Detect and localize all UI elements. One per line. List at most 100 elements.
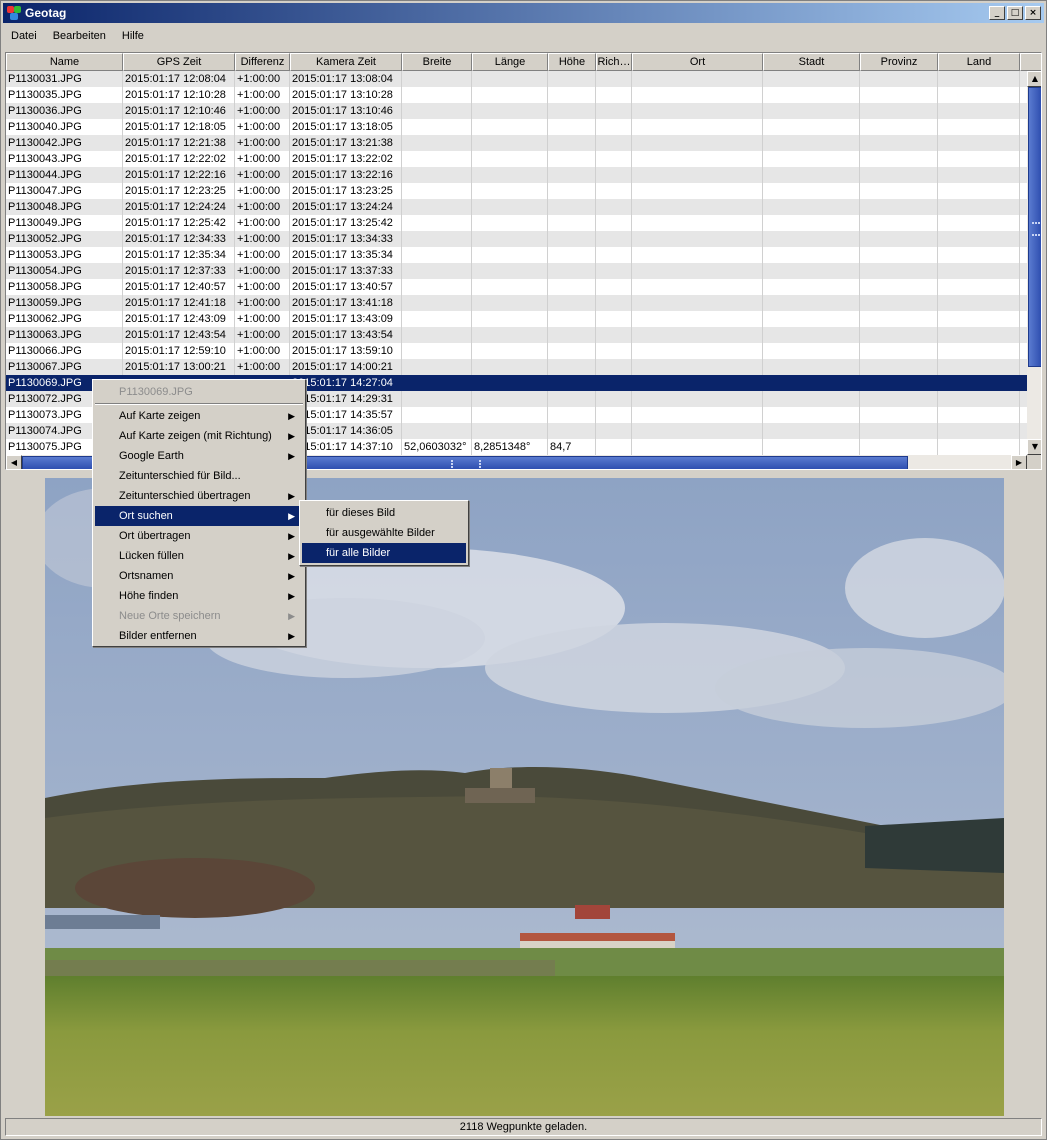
scroll-right-button[interactable]: ▶	[1011, 455, 1027, 469]
table-cell	[548, 183, 596, 199]
submenu-item[interactable]: für ausgewählte Bilder	[302, 523, 466, 543]
submenu-item[interactable]: für alle Bilder	[302, 543, 466, 563]
table-cell: 2015:01:17 12:22:02	[123, 151, 235, 167]
column-header[interactable]: GPS Zeit	[123, 53, 235, 71]
vertical-scrollbar[interactable]: ▲ ▼	[1027, 71, 1041, 455]
table-cell	[763, 407, 860, 423]
context-menu-item[interactable]: Zeitunterschied für Bild...	[95, 466, 303, 486]
table-cell	[596, 423, 632, 439]
table-cell: 84,7	[548, 439, 596, 455]
context-menu-item[interactable]: Zeitunterschied übertragen ▶	[95, 486, 303, 506]
table-cell	[548, 103, 596, 119]
table-cell: 2015:01:17 12:34:33	[123, 231, 235, 247]
column-header[interactable]: Stadt	[763, 53, 860, 71]
column-header[interactable]: Ort	[632, 53, 763, 71]
table-cell	[472, 343, 548, 359]
table-cell	[938, 167, 1020, 183]
column-header[interactable]: Land	[938, 53, 1020, 71]
table-row[interactable]: P1130052.JPG 2015:01:17 12:34:33 +1:00:00 2…	[6, 231, 1027, 247]
table-cell: P1130063.JPG	[6, 327, 123, 343]
table-row[interactable]: P1130067.JPG 2015:01:17 13:00:21 +1:00:00 2…	[6, 359, 1027, 375]
table-row[interactable]: P1130058.JPG 2015:01:17 12:40:57 +1:00:00 2…	[6, 279, 1027, 295]
geotag-app-icon	[6, 5, 22, 21]
column-header[interactable]: Breite	[402, 53, 472, 71]
table-cell	[402, 327, 472, 343]
close-button[interactable]: ×	[1025, 6, 1041, 20]
table-cell	[548, 327, 596, 343]
table-cell	[938, 231, 1020, 247]
context-menu-item[interactable]: Ort suchen ▶	[95, 506, 303, 526]
table-row[interactable]: P1130035.JPG 2015:01:17 12:10:28 +1:00:00 2…	[6, 87, 1027, 103]
context-menu-item[interactable]: Lücken füllen ▶	[95, 546, 303, 566]
table-row[interactable]: P1130066.JPG 2015:01:17 12:59:10 +1:00:00 2…	[6, 343, 1027, 359]
table-row[interactable]: P1130053.JPG 2015:01:17 12:35:34 +1:00:00 2…	[6, 247, 1027, 263]
column-header[interactable]: Länge	[472, 53, 548, 71]
table-row[interactable]: P1130036.JPG 2015:01:17 12:10:46 +1:00:00 2…	[6, 103, 1027, 119]
table-cell	[548, 407, 596, 423]
table-cell: 2015:01:17 12:59:10	[123, 343, 235, 359]
table-cell	[472, 295, 548, 311]
menu-datei[interactable]: Datei	[3, 30, 45, 42]
table-cell	[548, 311, 596, 327]
context-menu-item[interactable]: Höhe finden ▶	[95, 586, 303, 606]
table-cell	[763, 119, 860, 135]
table-cell	[548, 151, 596, 167]
table-row[interactable]: P1130042.JPG 2015:01:17 12:21:38 +1:00:00 2…	[6, 135, 1027, 151]
context-menu-item[interactable]: Auf Karte zeigen (mit Richtung) ▶	[95, 426, 303, 446]
table-row[interactable]: P1130049.JPG 2015:01:17 12:25:42 +1:00:00 2…	[6, 215, 1027, 231]
table-row[interactable]: P1130044.JPG 2015:01:17 12:22:16 +1:00:00 2…	[6, 167, 1027, 183]
column-header[interactable]: Provinz	[860, 53, 938, 71]
vertical-scroll-thumb[interactable]	[1028, 87, 1041, 367]
table-cell	[632, 279, 763, 295]
table-row[interactable]: P1130059.JPG 2015:01:17 12:41:18 +1:00:00 2…	[6, 295, 1027, 311]
table-row[interactable]: P1130031.JPG 2015:01:17 12:08:04 +1:00:00 2…	[6, 71, 1027, 87]
table-row[interactable]: P1130040.JPG 2015:01:17 12:18:05 +1:00:00 2…	[6, 119, 1027, 135]
table-row[interactable]: P1130048.JPG 2015:01:17 12:24:24 +1:00:00 2…	[6, 199, 1027, 215]
table-cell	[402, 247, 472, 263]
column-header[interactable]: Rich…	[596, 53, 632, 71]
column-header[interactable]: Differenz	[235, 53, 290, 71]
menu-hilfe[interactable]: Hilfe	[114, 30, 152, 42]
menu-bearbeiten[interactable]: Bearbeiten	[45, 30, 114, 42]
table-cell	[472, 327, 548, 343]
table-cell	[402, 119, 472, 135]
table-cell	[402, 407, 472, 423]
menu-item-label: Ortsnamen	[119, 570, 174, 582]
column-header[interactable]: Höhe	[548, 53, 596, 71]
table-row[interactable]: P1130063.JPG 2015:01:17 12:43:54 +1:00:00 2…	[6, 327, 1027, 343]
table-cell	[596, 311, 632, 327]
maximize-button[interactable]: □	[1007, 6, 1023, 20]
context-menu-item[interactable]: Google Earth ▶	[95, 446, 303, 466]
table-row[interactable]: P1130054.JPG 2015:01:17 12:37:33 +1:00:00 2…	[6, 263, 1027, 279]
submenu-item[interactable]: für dieses Bild	[302, 503, 466, 523]
table-cell	[860, 423, 938, 439]
table-cell	[632, 119, 763, 135]
context-menu-item[interactable]: Auf Karte zeigen ▶	[95, 406, 303, 426]
table-row[interactable]: P1130047.JPG 2015:01:17 12:23:25 +1:00:00 2…	[6, 183, 1027, 199]
table-cell	[763, 167, 860, 183]
table-cell: P1130031.JPG	[6, 71, 123, 87]
table-cell	[938, 407, 1020, 423]
table-cell	[632, 103, 763, 119]
table-cell	[472, 407, 548, 423]
minimize-button[interactable]: _	[989, 6, 1005, 20]
scroll-down-button[interactable]: ▼	[1027, 439, 1041, 455]
title-bar[interactable]: Geotag _ □ ×	[3, 3, 1044, 23]
table-row[interactable]: P1130062.JPG 2015:01:17 12:43:09 +1:00:00 2…	[6, 311, 1027, 327]
table-row[interactable]: P1130043.JPG 2015:01:17 12:22:02 +1:00:00 2…	[6, 151, 1027, 167]
table-cell	[938, 359, 1020, 375]
table-cell	[938, 439, 1020, 455]
scroll-up-button[interactable]: ▲	[1027, 71, 1041, 87]
context-menu-item[interactable]: Ort übertragen ▶	[95, 526, 303, 546]
column-header[interactable]: Kamera Zeit	[290, 53, 402, 71]
column-header[interactable]: Name	[6, 53, 123, 71]
table-cell	[596, 439, 632, 455]
scroll-left-button[interactable]: ◀	[6, 455, 22, 469]
table-cell	[596, 135, 632, 151]
context-menu-item[interactable]: Bilder entfernen ▶	[95, 626, 303, 646]
table-cell: P1130052.JPG	[6, 231, 123, 247]
table-cell: +1:00:00	[235, 199, 290, 215]
table-cell	[763, 327, 860, 343]
context-menu-item[interactable]: Ortsnamen ▶	[95, 566, 303, 586]
table-cell: 2015:01:17 14:36:05	[290, 423, 402, 439]
